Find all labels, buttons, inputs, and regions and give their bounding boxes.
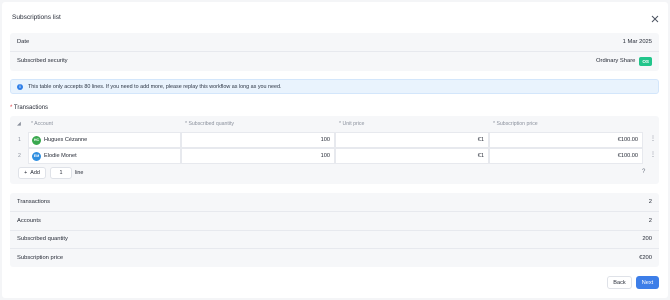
summary-value: €200 — [639, 255, 652, 261]
header-account: * Account — [31, 121, 53, 127]
summary-label: Transactions — [17, 199, 50, 205]
account-cell[interactable]: HC Hugues Cézanne — [28, 132, 181, 148]
unit-price-cell[interactable]: €1 — [335, 148, 489, 164]
close-icon[interactable] — [649, 13, 661, 25]
date-value: 1 Mar 2025 — [622, 39, 652, 45]
unit-price-cell[interactable]: €1 — [335, 132, 489, 148]
security-value: Ordinary Share OS — [596, 56, 652, 66]
security-tag: OS — [639, 56, 652, 66]
row-menu-icon[interactable]: ⋮ — [650, 135, 656, 142]
account-cell[interactable]: EM Elodie Monet — [28, 148, 181, 164]
summary-label: Subscription price — [17, 255, 64, 261]
add-lines-button[interactable]: + Add — [18, 167, 46, 179]
row-index: 2 — [18, 153, 21, 159]
summary-value: 2 — [648, 218, 652, 224]
security-name: Ordinary Share — [596, 58, 636, 64]
info-icon: i — [17, 83, 23, 90]
security-row: Subscribed security Ordinary Share OS — [10, 52, 659, 70]
transactions-title-text: Transactions — [13, 105, 49, 111]
summary-row: Transactions 2 — [10, 193, 659, 211]
avatar: HC — [32, 135, 41, 145]
header-subscription-price: * Subscription price — [493, 121, 538, 127]
date-row: Date 1 Mar 2025 — [10, 33, 659, 51]
summary-row: Accounts 2 — [10, 212, 659, 230]
next-button[interactable]: Next — [636, 276, 659, 289]
modal-title: Subscriptions list — [12, 14, 61, 21]
details-panel: Date 1 Mar 2025 Subscribed security Ordi… — [10, 33, 659, 71]
quantity-cell[interactable]: 100 — [181, 148, 335, 164]
row-index: 1 — [18, 137, 21, 143]
account-name: Hugues Cézanne — [44, 137, 88, 143]
summary-row: Subscribed quantity 200 — [10, 230, 659, 248]
sort-icon[interactable]: ◢ — [17, 116, 31, 132]
account-name: Elodie Monet — [44, 153, 77, 159]
line-count-input[interactable]: 1 — [50, 167, 72, 179]
subscription-price-cell: €100.00 — [489, 148, 643, 164]
summary-value: 200 — [642, 236, 652, 242]
summary-label: Subscribed quantity — [17, 236, 68, 242]
back-button[interactable]: Back — [607, 276, 632, 289]
avatar: EM — [32, 151, 41, 161]
plus-icon: + — [24, 170, 28, 176]
summary-panel: Transactions 2 Accounts 2 Subscribed qua… — [10, 193, 659, 267]
quantity-cell[interactable]: 100 — [181, 132, 335, 148]
date-label: Date — [17, 39, 30, 45]
summary-row: Subscription price €200 — [10, 249, 659, 267]
info-text: This table only accepts 80 lines. If you… — [28, 83, 282, 90]
header-unit-price: * Unit price — [339, 121, 365, 127]
transactions-table: ◢ * Account * Subscribed quantity * Unit… — [10, 116, 659, 184]
help-icon[interactable]: ? — [642, 169, 645, 175]
summary-value: 2 — [648, 199, 652, 205]
add-label: Add — [30, 170, 40, 176]
summary-label: Accounts — [17, 218, 41, 224]
subscription-price-cell: €100.00 — [489, 132, 643, 148]
required-mark: * — [10, 105, 13, 111]
line-label: line — [75, 170, 84, 176]
transactions-title: * Transactions — [10, 105, 48, 111]
info-banner: i This table only accepts 80 lines. If y… — [10, 79, 659, 94]
security-label: Subscribed security — [17, 58, 68, 64]
row-menu-icon[interactable]: ⋮ — [650, 151, 656, 158]
header-quantity: * Subscribed quantity — [185, 121, 235, 127]
